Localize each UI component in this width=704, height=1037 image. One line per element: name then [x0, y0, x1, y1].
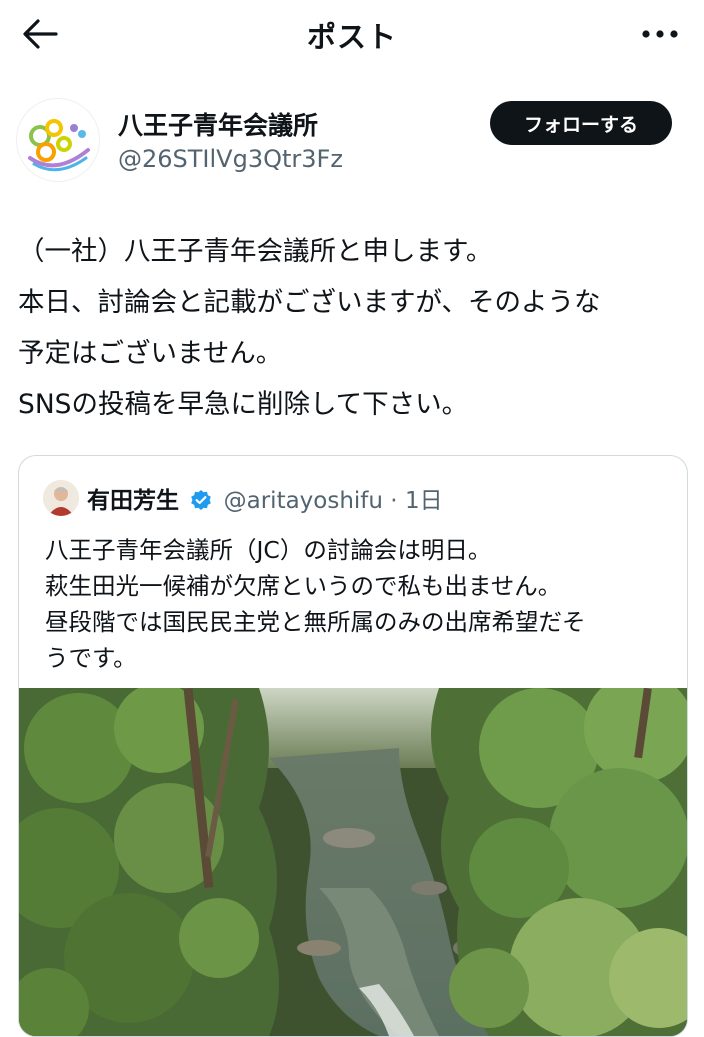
quoted-post-header: 有田芳生 @aritayoshifu · 1日: [87, 481, 443, 515]
page-title: ポスト: [306, 20, 397, 54]
author-handle[interactable]: @26STIlVg3Qtr3Fz: [118, 145, 343, 173]
jc-logo-image: [17, 99, 99, 181]
post-line: 本日、討論会と記載がございますが、そのような: [18, 287, 601, 318]
quoted-author-name[interactable]: 有田芳生: [87, 488, 179, 514]
author-avatar[interactable]: [16, 98, 100, 182]
quoted-line: 萩生田光一候補が欠席というので私も出ません。: [45, 572, 562, 600]
dot-separator: ·: [383, 488, 405, 514]
follow-button[interactable]: フォローする: [490, 101, 672, 145]
quoted-post-image[interactable]: [19, 688, 687, 1036]
post-text: （一社）八王子青年会議所と申します。 本日、討論会と記載がございますが、そのよう…: [18, 226, 688, 430]
quoted-author-avatar[interactable]: [43, 480, 79, 516]
post-line: （一社）八王子青年会議所と申します。: [18, 236, 493, 267]
verified-badge-icon: [191, 490, 212, 510]
quoted-line: 八王子青年会議所（JC）の討論会は明日。: [45, 536, 492, 564]
top-bar: ポスト: [0, 0, 704, 70]
quoted-line: 昼段階では国民民主党と無所属のみの出席希望だそ: [45, 608, 586, 636]
quoted-post-text: 八王子青年会議所（JC）の討論会は明日。 萩生田光一候補が欠席というので私も出ま…: [45, 532, 665, 676]
author-name[interactable]: 八王子青年会議所: [118, 106, 318, 142]
quoted-post-card[interactable]: 有田芳生 @aritayoshifu · 1日 八王子青年会議所（JC）の討論会…: [18, 455, 688, 1037]
quoted-post-time[interactable]: 1日: [405, 488, 443, 514]
post-line: SNSの投稿を早急に削除して下さい。: [18, 389, 469, 420]
more-horizontal-icon[interactable]: [640, 22, 680, 46]
post-line: 予定はございません。: [18, 338, 283, 369]
quoted-author-handle[interactable]: @aritayoshifu: [224, 488, 383, 514]
quoted-line: うです。: [45, 644, 137, 672]
